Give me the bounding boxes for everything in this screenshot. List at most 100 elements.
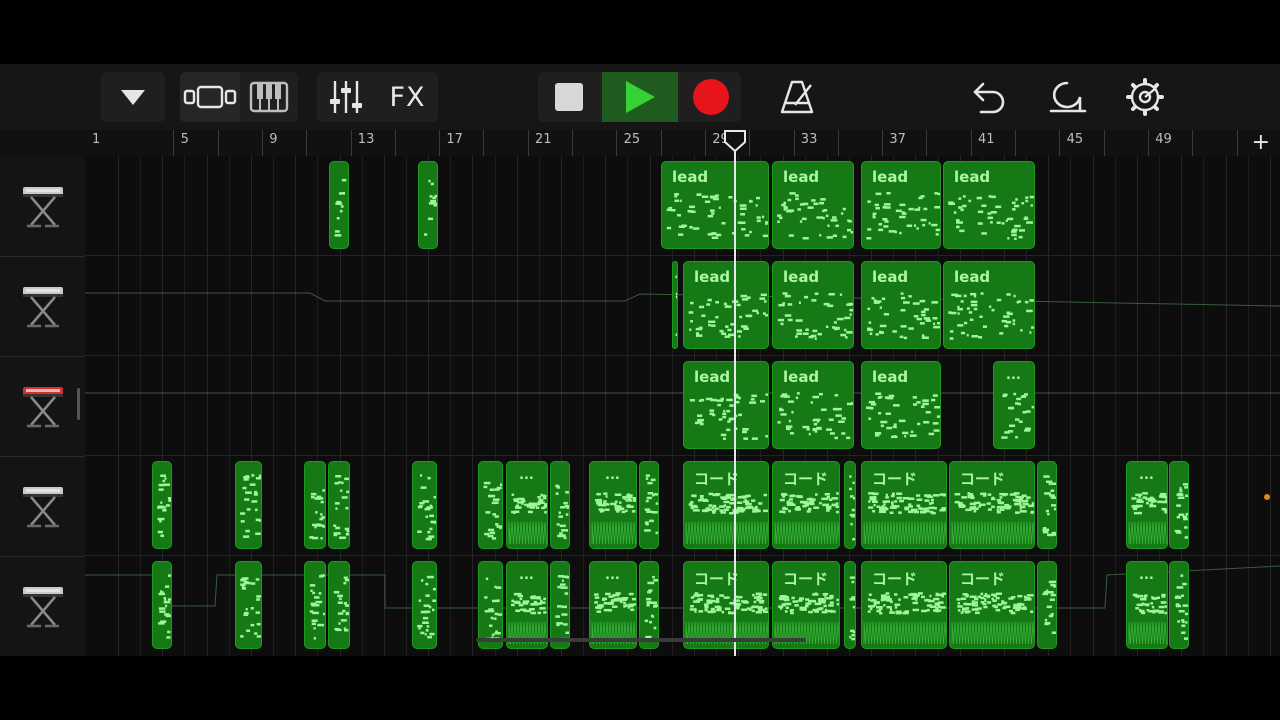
midi-region[interactable]: ... <box>589 461 637 549</box>
keyboard-button[interactable] <box>240 72 298 122</box>
midi-region[interactable]: コード <box>772 561 840 649</box>
region-label: lead <box>694 268 731 286</box>
ruler-tick <box>926 130 928 156</box>
midi-region[interactable] <box>844 561 856 649</box>
midi-region[interactable] <box>550 561 570 649</box>
ruler-label: 33 <box>800 132 818 147</box>
midi-region[interactable]: コード <box>683 561 769 649</box>
midi-region[interactable] <box>152 561 172 649</box>
midi-region[interactable] <box>478 461 503 549</box>
midi-region[interactable] <box>478 561 503 649</box>
midi-region[interactable]: lead <box>861 261 941 349</box>
midi-region[interactable] <box>412 561 437 649</box>
midi-region[interactable]: ... <box>1126 561 1168 649</box>
settings-button[interactable] <box>1117 72 1173 122</box>
piano-keys-icon <box>249 81 289 113</box>
midi-region[interactable]: コード <box>949 561 1035 649</box>
midi-region[interactable]: lead <box>772 261 854 349</box>
midi-region[interactable]: lead <box>661 161 769 249</box>
midi-region[interactable] <box>329 161 349 249</box>
midi-region[interactable]: ... <box>993 361 1035 449</box>
midi-region[interactable] <box>550 461 570 549</box>
loop-icon <box>1049 81 1087 113</box>
midi-region[interactable] <box>412 461 437 549</box>
undo-button[interactable] <box>961 72 1017 122</box>
midi-region[interactable]: コード <box>683 461 769 549</box>
midi-region[interactable] <box>1169 561 1189 649</box>
mixer-button[interactable] <box>317 72 375 122</box>
track-2-header[interactable] <box>0 256 85 357</box>
midi-region[interactable] <box>639 561 659 649</box>
ruler-tick <box>173 130 175 156</box>
stop-button[interactable] <box>538 72 600 122</box>
region-label: ... <box>1006 368 1021 383</box>
midi-region[interactable] <box>639 461 659 549</box>
midi-notes <box>1174 574 1188 640</box>
region-label: コード <box>783 470 829 488</box>
midi-region[interactable]: ... <box>506 561 548 649</box>
midi-region[interactable] <box>304 461 326 549</box>
region-label: ... <box>519 468 534 483</box>
track-3-header[interactable] <box>0 356 85 457</box>
track-4-header[interactable] <box>0 456 85 557</box>
region-label: ... <box>1139 568 1154 583</box>
midi-region[interactable]: lead <box>683 361 769 449</box>
region-label: コード <box>960 570 1006 588</box>
tracks-view-button[interactable] <box>180 72 240 122</box>
midi-region[interactable]: lead <box>772 361 854 449</box>
tracks-menu-button[interactable] <box>101 72 165 122</box>
midi-region[interactable]: コード <box>861 561 947 649</box>
ruler-tick <box>660 130 662 156</box>
midi-notes <box>240 474 261 538</box>
midi-notes <box>424 179 437 236</box>
ruler-label: 9 <box>269 132 278 147</box>
ruler-tick <box>837 130 839 156</box>
midi-region[interactable] <box>304 561 326 649</box>
tracks-area[interactable]: lead lead lead lead lead lead lead lead lead lead… <box>85 156 1280 656</box>
midi-region[interactable] <box>418 161 438 249</box>
midi-region[interactable] <box>1169 461 1189 549</box>
track-5-header[interactable] <box>0 556 85 656</box>
keyboard-stand-icon <box>22 487 63 528</box>
midi-region[interactable]: lead <box>772 161 854 249</box>
midi-region[interactable] <box>235 561 262 649</box>
midi-region[interactable] <box>1037 561 1057 649</box>
midi-region[interactable] <box>235 461 262 549</box>
midi-region[interactable] <box>328 561 350 649</box>
midi-region[interactable] <box>672 261 678 349</box>
midi-region[interactable] <box>328 461 350 549</box>
fx-button[interactable]: FX <box>377 72 438 122</box>
record-button[interactable] <box>680 72 741 122</box>
midi-notes <box>417 474 436 541</box>
ruler-tick <box>483 130 485 156</box>
midi-notes <box>1174 483 1188 539</box>
midi-region[interactable]: lead <box>943 161 1035 249</box>
track-1-header[interactable] <box>0 156 85 257</box>
add-section-button[interactable]: + <box>1252 130 1270 156</box>
midi-region[interactable] <box>1037 461 1057 549</box>
playhead-handle[interactable] <box>723 130 747 152</box>
midi-region[interactable]: コード <box>772 461 840 549</box>
timeline-ruler[interactable]: + 1 5 9 13 17 21 25 29 33 37 41 45 49 <box>85 130 1280 156</box>
midi-region[interactable]: ... <box>506 461 548 549</box>
metronome-button[interactable] <box>769 72 825 122</box>
ruler-label: 49 <box>1155 132 1172 147</box>
transport-group <box>538 72 741 122</box>
ruler-tick <box>970 130 972 156</box>
midi-region[interactable]: ... <box>589 561 637 649</box>
midi-region[interactable]: コード <box>949 461 1035 549</box>
play-button[interactable] <box>602 72 678 122</box>
midi-region[interactable] <box>152 461 172 549</box>
playhead[interactable] <box>734 130 736 656</box>
loop-browser-button[interactable] <box>1039 72 1095 122</box>
midi-notes <box>309 489 325 540</box>
midi-region[interactable]: lead <box>943 261 1035 349</box>
midi-region[interactable]: コード <box>861 461 947 549</box>
midi-region[interactable]: ... <box>1126 461 1168 549</box>
midi-region[interactable] <box>844 461 856 549</box>
midi-region[interactable]: lead <box>861 361 941 449</box>
keyboard-stand-icon <box>22 187 63 228</box>
midi-region[interactable]: lead <box>861 161 941 249</box>
midi-region[interactable]: lead <box>683 261 769 349</box>
horizontal-scrollbar[interactable] <box>476 638 806 642</box>
